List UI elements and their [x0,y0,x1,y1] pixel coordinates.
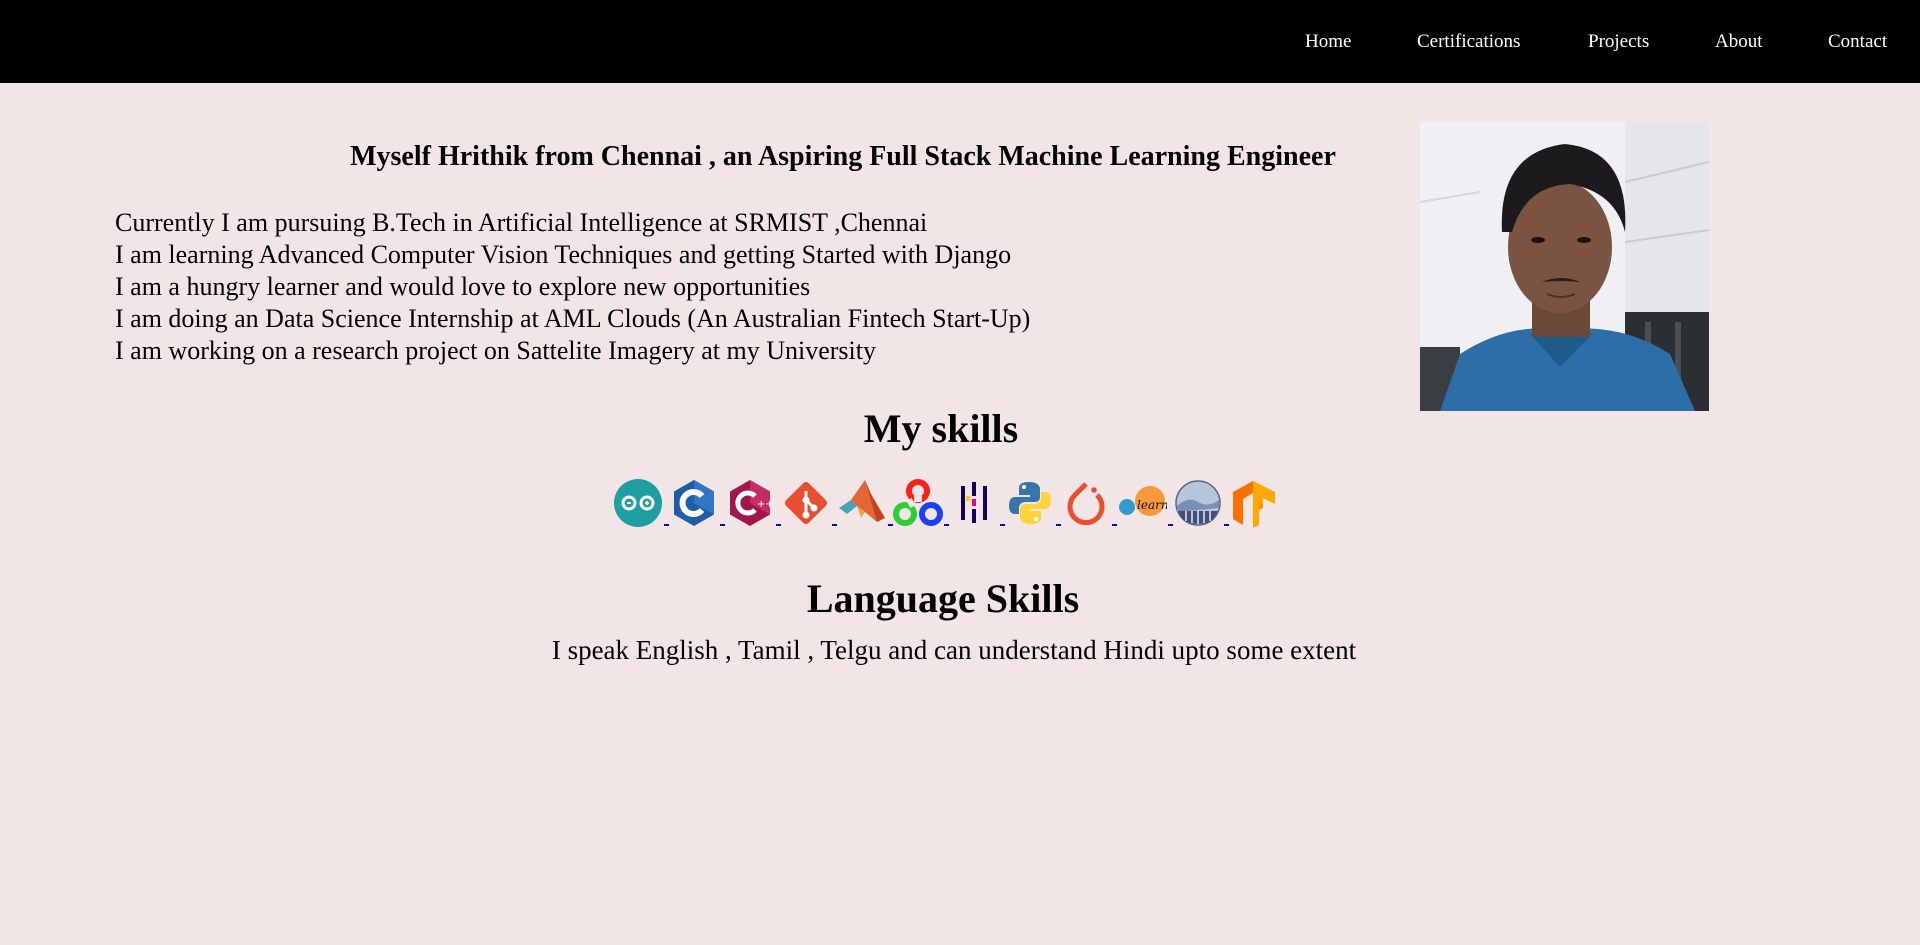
skill-link-scikit-learn[interactable]: learn [1117,478,1173,528]
intro-line: I am a hungry learner and would love to … [115,272,811,301]
arduino-icon [614,479,662,527]
nav-about[interactable]: About [1715,31,1763,53]
skill-link-c[interactable] [669,478,725,528]
top-navbar: Home Certifications Projects About Conta… [0,0,1920,83]
skill-link-cplusplus[interactable]: ++ [725,478,781,528]
pytorch-icon [1067,482,1105,526]
skill-link-seaborn[interactable] [1173,478,1229,528]
seaborn-icon [1175,480,1221,526]
language-skills-title: Language Skills [806,576,1080,621]
scikit-learn-icon: learn [1119,486,1167,516]
profile-photo [1420,122,1709,411]
tensorflow-icon [1233,481,1275,528]
skills-title: My skills [863,406,1019,451]
skill-link-tensorflow[interactable] [1229,478,1279,528]
intro-line: Currently I am pursuing B.Tech in Artifi… [115,208,928,237]
skill-link-pandas[interactable] [949,478,1005,528]
intro-line: I am working on a research project on Sa… [115,336,876,365]
c-icon [674,480,714,526]
intro-line: I am doing an Data Science Internship at… [115,304,1031,333]
intro-line: I am learning Advanced Computer Vision T… [115,240,1012,269]
python-icon [1009,482,1051,524]
nav-contact[interactable]: Contact [1828,31,1887,53]
skill-link-opencv[interactable] [893,478,949,528]
nav-certifications[interactable]: Certifications [1417,31,1520,53]
skill-link-matlab[interactable] [837,478,893,528]
svg-text:learn: learn [1137,498,1167,512]
cplusplus-icon: ++ [730,480,774,526]
skill-link-arduino[interactable] [613,478,669,528]
opencv-icon [893,479,943,526]
nav-projects[interactable]: Projects [1588,31,1649,53]
profile-photo-image [1420,122,1709,411]
skill-link-git[interactable] [781,478,837,528]
matlab-icon [839,480,885,522]
skills-icon-row: ++ learn [613,475,1279,531]
pandas-icon [961,482,987,523]
language-skills-text: I speak English , Tamil , Telgu and can … [551,635,1357,665]
nav-home[interactable]: Home [1305,31,1351,53]
git-icon [785,482,827,524]
skill-link-pytorch[interactable] [1061,478,1117,528]
intro-list: Currently I am pursuing B.Tech in Artifi… [115,207,1030,367]
skill-link-python[interactable] [1005,478,1061,528]
svg-text:++: ++ [757,499,774,510]
